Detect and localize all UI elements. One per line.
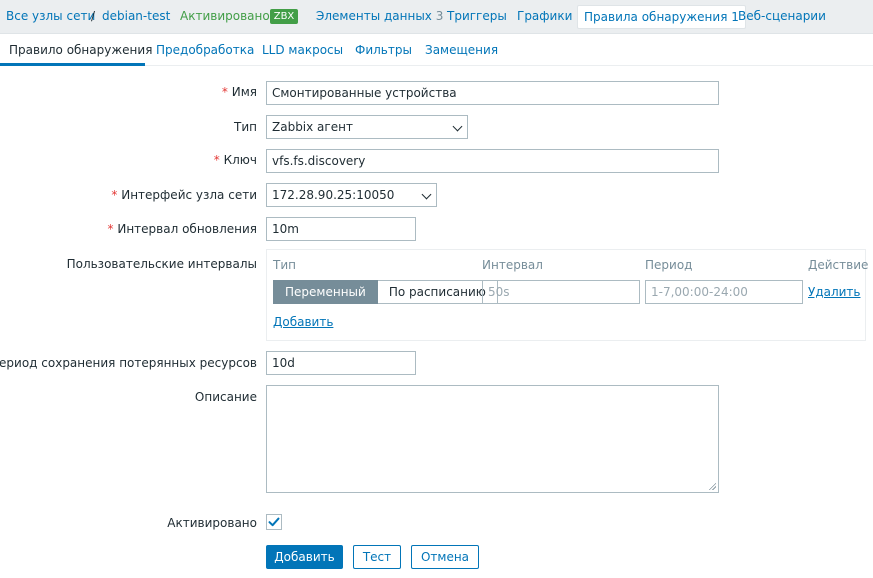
type-scheduling-button[interactable]: По расписанию bbox=[377, 280, 498, 304]
update-interval-input[interactable]: 10m bbox=[266, 217, 416, 241]
tab-filters[interactable]: Фильтры bbox=[355, 43, 412, 57]
update-interval-label: * Интервал обновления bbox=[108, 222, 257, 236]
nav-items-count: 3 bbox=[435, 9, 444, 23]
col-type-header: Тип bbox=[273, 258, 296, 272]
description-textarea[interactable] bbox=[266, 385, 719, 493]
form-tabs: Правило обнаружения Предобработка LLD ма… bbox=[0, 35, 873, 66]
name-label-text: Имя bbox=[231, 85, 257, 99]
interface-select[interactable]: 172.28.90.25:10050 bbox=[266, 183, 437, 207]
type-flexible-button[interactable]: Переменный bbox=[273, 280, 378, 304]
breadcrumb-separator: / bbox=[91, 9, 96, 23]
resize-grip-icon[interactable] bbox=[708, 482, 716, 490]
key-input[interactable]: vfs.fs.discovery bbox=[266, 149, 719, 173]
breadcrumb-host[interactable]: debian-test bbox=[102, 9, 170, 23]
tab-overrides[interactable]: Замещения bbox=[425, 43, 498, 57]
col-period-header: Период bbox=[645, 258, 693, 272]
zbx-availability-badge: ZBX bbox=[270, 9, 298, 24]
chevron-down-icon bbox=[452, 121, 463, 132]
breadcrumb-all-hosts[interactable]: Все узлы сети bbox=[6, 9, 95, 23]
interface-label: * Интерфейс узла сети bbox=[111, 188, 257, 202]
enabled-checkbox[interactable] bbox=[266, 514, 282, 530]
required-mark: * bbox=[213, 153, 220, 167]
interval-type-toggle: Переменный По расписанию bbox=[273, 280, 498, 304]
host-status[interactable]: Активировано bbox=[180, 9, 270, 23]
nav-graphs[interactable]: Графики bbox=[517, 9, 572, 23]
required-mark: * bbox=[107, 222, 114, 236]
tab-discovery-rule[interactable]: Правило обнаружения bbox=[9, 43, 152, 57]
key-label-text: Ключ bbox=[223, 153, 257, 167]
lost-resources-label: * Период сохранения потерянных ресурсов bbox=[0, 356, 257, 370]
add-button[interactable]: Добавить bbox=[266, 545, 343, 569]
update-interval-label-text: Интервал обновления bbox=[117, 222, 257, 236]
remove-interval-link[interactable]: Удалить bbox=[808, 285, 861, 299]
lost-resources-label-text: Период сохранения потерянных ресурсов bbox=[0, 356, 257, 370]
interval-input[interactable]: 50s bbox=[482, 280, 640, 304]
type-label: Тип bbox=[234, 120, 257, 134]
test-button[interactable]: Тест bbox=[353, 545, 401, 569]
nav-discovery-rules[interactable]: Правила обнаружения 1 bbox=[577, 5, 746, 29]
nav-triggers[interactable]: Триггеры bbox=[447, 9, 507, 23]
name-label: * Имя bbox=[222, 85, 257, 99]
col-interval-header: Интервал bbox=[482, 258, 543, 272]
description-label: Описание bbox=[194, 390, 257, 404]
host-navigation: Все узлы сети / debian-test Активировано… bbox=[0, 0, 873, 34]
period-input[interactable]: 1-7,00:00-24:00 bbox=[645, 280, 803, 304]
tab-preprocessing[interactable]: Предобработка bbox=[156, 43, 254, 57]
checkmark-icon bbox=[268, 517, 280, 527]
required-mark: * bbox=[111, 188, 118, 202]
nav-items[interactable]: Элементы данных 3 bbox=[316, 9, 443, 23]
custom-intervals-table: Тип Интервал Период Действие Переменный … bbox=[266, 249, 869, 341]
active-tab-indicator bbox=[0, 63, 145, 66]
interface-label-text: Интерфейс узла сети bbox=[121, 188, 257, 202]
enabled-label: Активировано bbox=[167, 516, 257, 530]
nav-items-label: Элементы данных bbox=[316, 9, 432, 23]
key-label: * Ключ bbox=[214, 153, 257, 167]
type-select[interactable]: Zabbix агент bbox=[266, 115, 468, 139]
col-action-header: Действие bbox=[808, 258, 869, 272]
cancel-button[interactable]: Отмена bbox=[411, 545, 479, 569]
name-input[interactable]: Смонтированные устройства bbox=[266, 81, 719, 105]
type-select-value: Zabbix агент bbox=[272, 120, 353, 134]
tab-lld-macros[interactable]: LLD макросы bbox=[262, 43, 343, 57]
chevron-down-icon bbox=[421, 189, 432, 200]
add-interval-link[interactable]: Добавить bbox=[273, 315, 333, 329]
custom-intervals-label: Пользовательские интервалы bbox=[66, 257, 257, 271]
lost-resources-input[interactable]: 10d bbox=[266, 351, 416, 375]
interface-select-value: 172.28.90.25:10050 bbox=[272, 188, 395, 202]
required-mark: * bbox=[221, 85, 228, 99]
nav-web-scenarios[interactable]: Веб-сценарии bbox=[738, 9, 826, 23]
